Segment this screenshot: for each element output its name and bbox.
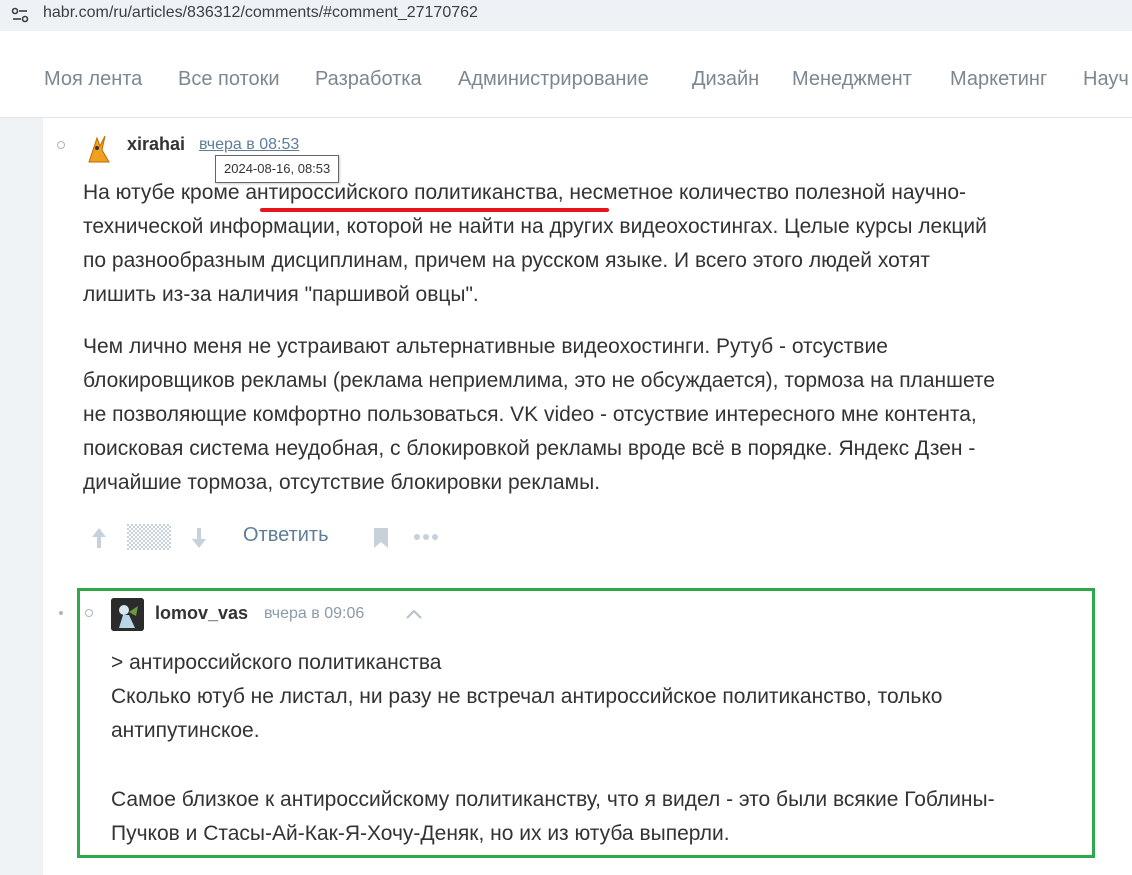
comment-line: антипутинское. [111,719,260,742]
thread-bullet [57,141,65,149]
nav-item-my-feed[interactable]: Моя лента [44,68,142,91]
comment-line: не позволяющие комфортно пользоваться. V… [83,403,977,426]
user-avatar-image [111,598,144,631]
vote-up-icon[interactable] [90,526,108,550]
comment-line: Пучков и Стасы-Ай-Как-Я-Хочу-Деняк, но и… [111,822,730,845]
comment-line: поисковая система неудобная, с блокировк… [83,437,976,460]
comment-author[interactable]: xirahai [127,134,185,155]
nav-item-administration[interactable]: Администрирование [458,68,649,91]
comment-line: по разнообразным дисциплинам, причем на … [83,249,930,272]
rating-placeholder-icon [127,524,171,550]
nav-item-management[interactable]: Менеджмент [792,68,912,91]
comment-line: дичайшие тормоза, отсутствие блокировки … [83,471,601,494]
chevron-up-icon[interactable] [405,608,423,620]
quoted-text: > антироссийского политиканства [111,651,442,674]
reply-button[interactable]: Ответить [243,524,329,547]
address-bar: habr.com/ru/articles/836312/comments/#co… [0,0,1132,38]
comment-line: На ютубе кроме антироссийского политикан… [83,181,967,204]
comment-time[interactable]: вчера в 08:53 [199,136,299,154]
highlighted-phrase: антироссийского политиканства [245,181,558,204]
url-box[interactable]: habr.com/ru/articles/836312/comments/#co… [0,0,1132,31]
comment-line: технической информации, которой не найти… [83,215,987,238]
hubs-navigation: Моя лента Все потоки Разработка Админист… [0,41,1132,118]
url-text[interactable]: habr.com/ru/articles/836312/comments/#co… [43,4,478,22]
nav-item-development[interactable]: Разработка [315,68,422,91]
avatar-icon[interactable] [111,598,144,631]
comment-line: лишить из-за наличия "паршивой овцы". [83,283,479,306]
comment-line: Самое близкое к антироссийскому политика… [111,788,995,811]
nav-item-all-streams[interactable]: Все потоки [178,68,280,91]
avatar-icon[interactable] [85,132,113,164]
comment-author[interactable]: lomov_vas [155,603,248,624]
bookmark-icon[interactable] [371,526,391,550]
vote-down-icon[interactable] [190,526,208,550]
comment-body: На ютубе кроме антироссийского политикан… [83,176,987,312]
comment-line: блокировщиков рекламы (реклама неприемли… [83,369,995,392]
red-underline-annotation [260,208,609,212]
nav-item-science[interactable]: Науч [1083,68,1129,91]
thread-dot [59,611,63,615]
comment-time[interactable]: вчера в 09:06 [264,605,364,623]
comment-line: Чем лично меня не устраивают альтернатив… [83,335,888,358]
comment-line: Сколько ютуб не листал, ни разу не встре… [111,685,943,708]
nav-item-marketing[interactable]: Маркетинг [950,68,1047,91]
site-settings-icon[interactable] [10,5,30,25]
more-options-icon[interactable] [413,532,441,542]
nav-item-design[interactable]: Дизайн [692,68,759,91]
comment-body-second: Чем лично меня не устраивают альтернатив… [83,330,995,500]
